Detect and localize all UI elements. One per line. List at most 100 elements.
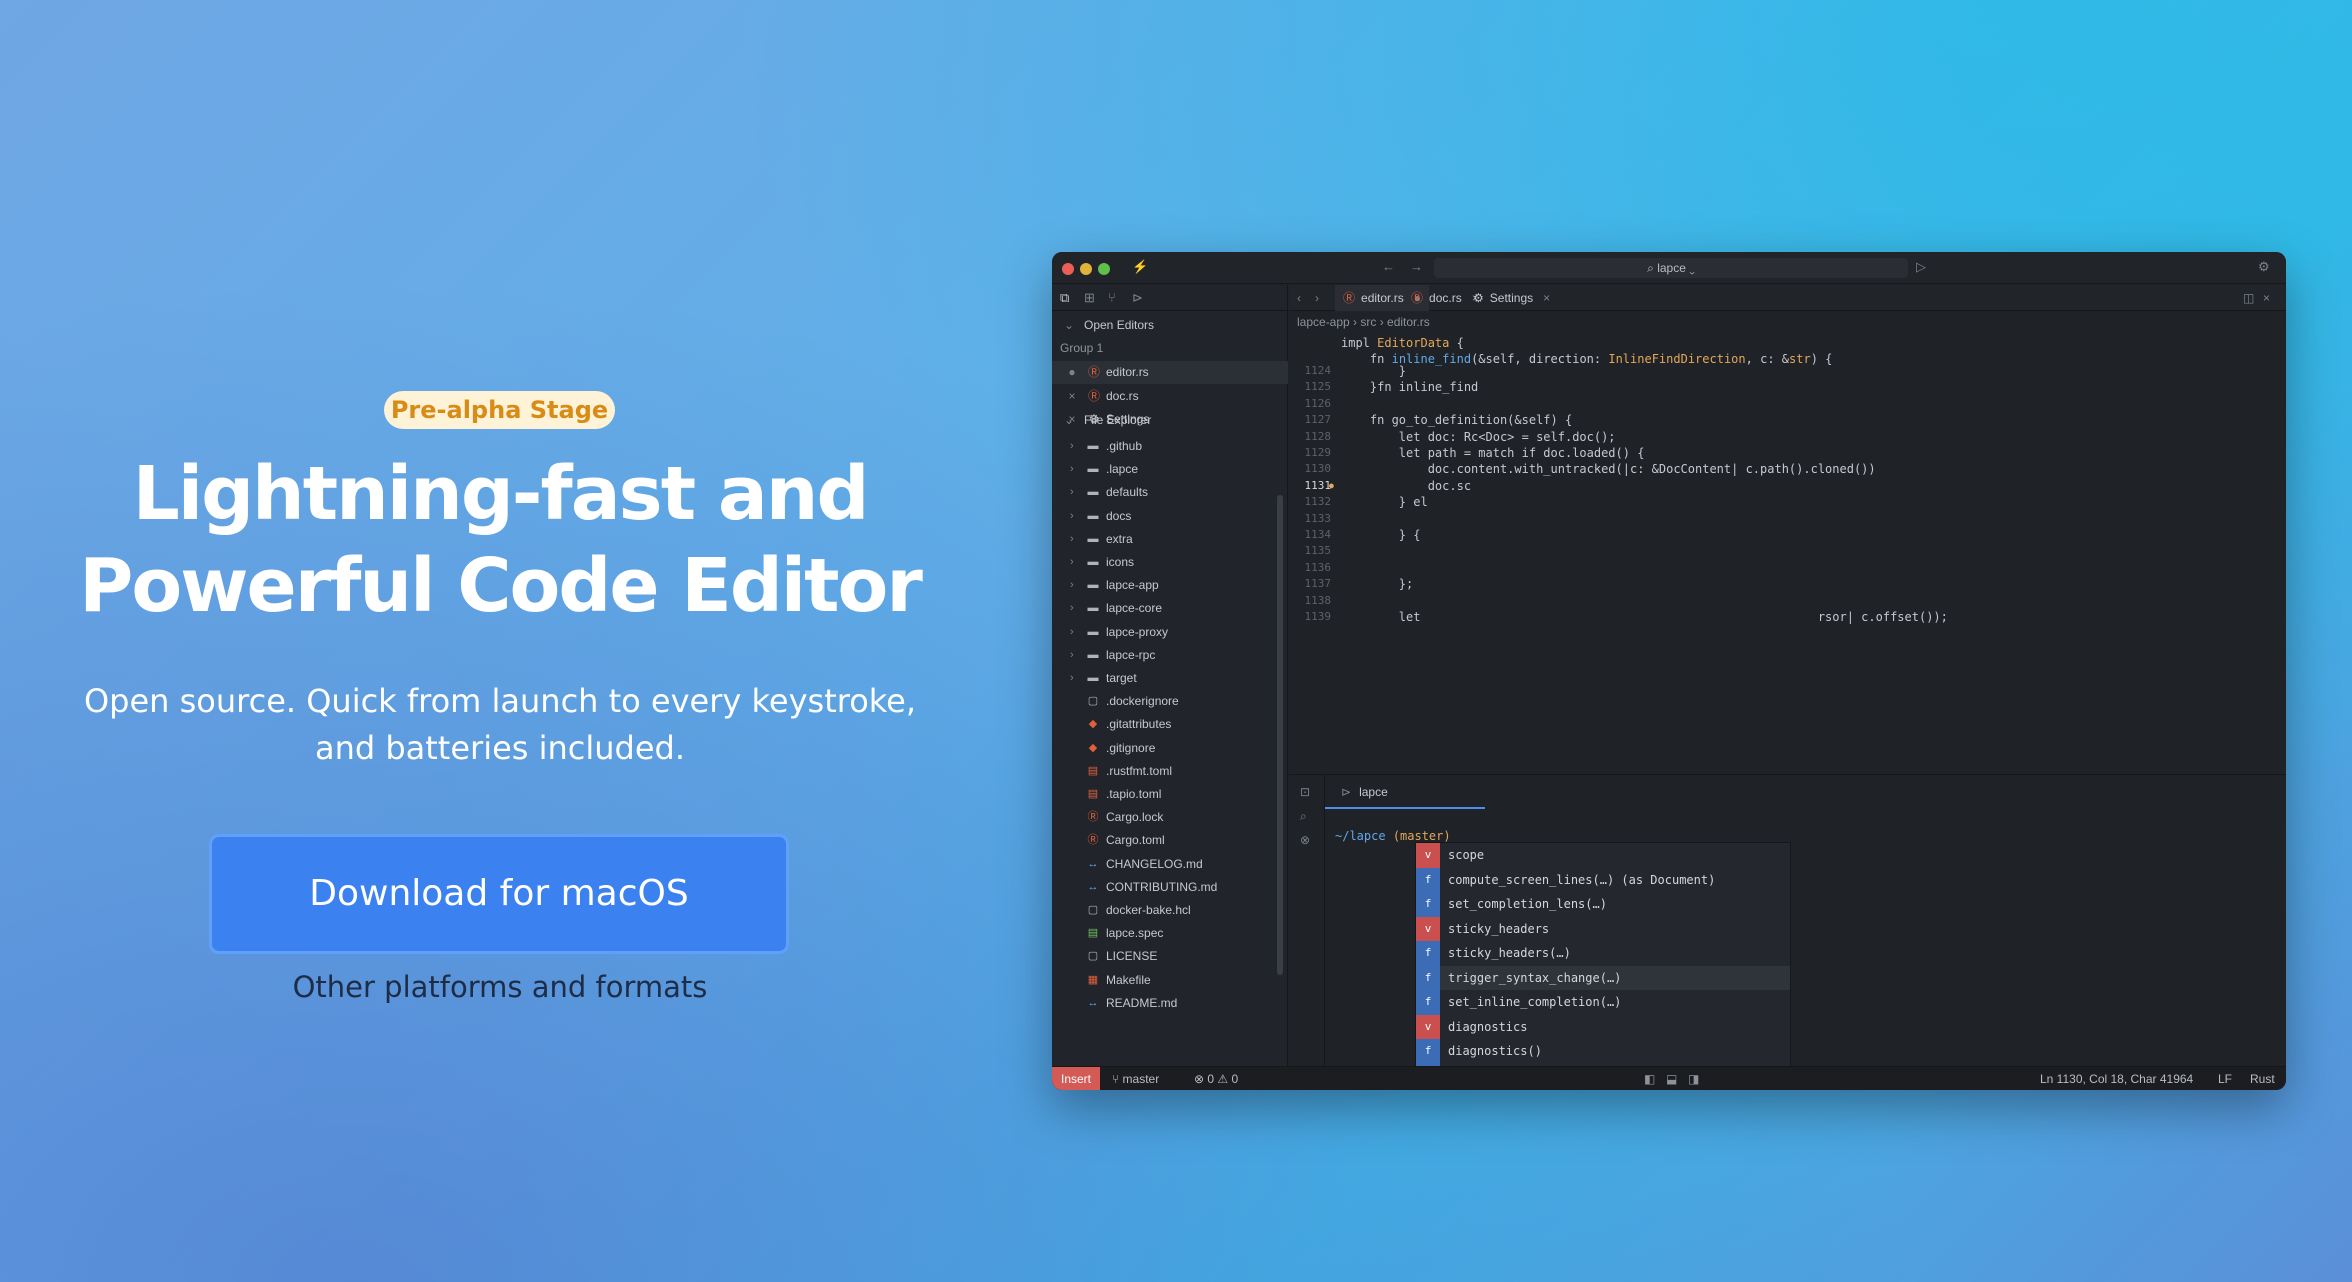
close-icon[interactable]: × (2263, 285, 2270, 311)
folder-icon: ▬ (1087, 625, 1099, 638)
folder-item[interactable]: › ▬ defaults (1052, 481, 1272, 504)
folder-item[interactable]: › ▬ lapce-rpc (1052, 644, 1272, 667)
file-item[interactable]: ▤ .tapio.toml (1052, 783, 1272, 806)
file-item[interactable]: ▢ LICENSE (1052, 945, 1272, 968)
status-bar: Insert ⑂ master ⊗ 0 ⚠ 0 ◧ ⬓ ◨ Ln 1130, C… (1052, 1066, 2286, 1090)
folder-item[interactable]: › ▬ lapce-core (1052, 597, 1272, 620)
completion-item[interactable]: v diagnostics (1416, 1014, 1790, 1039)
minimize-window-icon[interactable] (1080, 263, 1092, 275)
other-platforms-link[interactable]: Other platforms and formats (200, 970, 800, 1004)
chevron-right-icon: › (1070, 625, 1074, 638)
open-editor-item[interactable]: ● Ⓡeditor.rs (1052, 361, 1288, 384)
line-number: 1128 (1304, 429, 1332, 443)
file-item[interactable]: ▢ .dockerignore (1052, 690, 1272, 713)
folder-item[interactable]: › ▬ .lapce (1052, 458, 1272, 481)
folder-item[interactable]: › ▬ lapce-app (1052, 574, 1272, 597)
problems-icon[interactable]: ⊗ (1300, 833, 1310, 847)
file-item[interactable]: Ⓡ Cargo.toml (1052, 829, 1272, 852)
completion-item[interactable]: f trigger_syntax_change(…) (1416, 965, 1790, 990)
file-item[interactable]: ▢ docker-bake.hcl (1052, 899, 1272, 922)
search-icon[interactable]: ⌕ (1300, 809, 1307, 824)
folder-icon: ▬ (1087, 509, 1099, 522)
diagnostics-status[interactable]: ⊗ 0 ⚠ 0 (1194, 1067, 1238, 1090)
file-item[interactable]: Ⓡ Cargo.lock (1052, 806, 1272, 829)
tab-label: doc.rs (1429, 291, 1462, 305)
file-item[interactable]: ↔ CONTRIBUTING.md (1052, 876, 1272, 899)
function-kind-icon: f (1416, 1039, 1440, 1064)
function-kind-icon: f (1416, 990, 1440, 1015)
files-icon[interactable]: ⧉ (1060, 290, 1069, 306)
close-icon[interactable]: × (1066, 385, 1078, 408)
file-item[interactable]: ↔ CHANGELOG.md (1052, 853, 1272, 876)
chevron-right-icon: › (1070, 509, 1074, 522)
breadcrumb[interactable]: lapce-app › src › editor.rs (1297, 315, 1430, 329)
file-item[interactable]: ▤ lapce.spec (1052, 922, 1272, 945)
completion-item[interactable]: v sticky_headers (1416, 916, 1790, 941)
terminal-prompt[interactable]: ~/lapce (master) (1335, 829, 1451, 843)
completion-item[interactable]: f sticky_headers(…) (1416, 941, 1790, 966)
language-mode[interactable]: Rust (2250, 1067, 2275, 1090)
tab-label: editor.rs (1361, 291, 1404, 305)
completion-item[interactable]: f diagnostics() (1416, 1039, 1790, 1064)
panel-right-icon[interactable]: ◨ (1688, 1067, 1699, 1090)
folder-label: lapce-app (1106, 578, 1159, 593)
line-number: 1132 (1304, 495, 1332, 509)
tab-doc-rs[interactable]: Ⓡdoc.rs × (1411, 285, 1479, 311)
spec-file-icon: ▤ (1087, 927, 1099, 940)
hero-subtitle-line2: and batteries included. (314, 729, 686, 767)
sidebar-scrollbar[interactable] (1277, 495, 1283, 975)
download-macos-button[interactable]: Download for macOS (209, 834, 789, 954)
chevron-right-icon: › (1070, 672, 1074, 684)
file-item[interactable]: ◆ .gitignore (1052, 737, 1272, 760)
completion-label: scope (1448, 848, 1485, 862)
chevron-left-icon[interactable]: ‹ (1297, 285, 1301, 311)
folder-item[interactable]: › ▬ extra (1052, 528, 1272, 551)
panel-bottom-icon[interactable]: ⬓ (1666, 1067, 1677, 1090)
file-item[interactable]: ▦ Makefile (1052, 969, 1272, 992)
folder-item[interactable]: › ▬ icons (1052, 551, 1272, 574)
folder-icon: ▬ (1087, 486, 1099, 499)
play-icon[interactable]: ▷ (1916, 259, 1926, 275)
branch-icon[interactable]: ⑂ (1108, 290, 1116, 305)
tab-settings[interactable]: ⚙ Settings × (1473, 285, 1550, 311)
editor-window-screenshot: ⚡ ← → ⌕ lapce ⌄ ▷ ⚙ ⧉ ⊞ ⑂ ⊳ ⌄ Open Editor… (1052, 252, 2286, 1090)
command-search[interactable]: ⌕ lapce ⌄ (1434, 258, 1908, 278)
completion-item[interactable]: f set_completion_lens(…) (1416, 892, 1790, 917)
close-icon[interactable]: × (1543, 291, 1550, 305)
completion-label: set_inline_completion(…) (1448, 995, 1622, 1009)
file-item[interactable]: ◆ .gitattributes (1052, 713, 1272, 736)
split-icon[interactable]: ◫ (2243, 285, 2254, 311)
file-explorer-header[interactable]: ⌄ File Explorer (1052, 408, 1288, 432)
lightbulb-icon[interactable]: ● (1329, 478, 1334, 494)
file-item[interactable]: ↔ README.md (1052, 992, 1272, 1015)
folder-item[interactable]: › ▬ docs (1052, 505, 1272, 528)
code-line: } el (1341, 495, 1428, 510)
maximize-window-icon[interactable] (1098, 263, 1110, 275)
close-window-icon[interactable] (1062, 263, 1074, 275)
open-editor-item[interactable]: × Ⓡdoc.rs (1052, 385, 1288, 408)
forward-arrow-icon[interactable]: → (1410, 259, 1423, 274)
code-line: }fn inline_find (1341, 380, 1479, 395)
debug-icon[interactable]: ⊳ (1132, 290, 1143, 306)
folder-item[interactable]: › ▬ target (1052, 667, 1272, 690)
back-arrow-icon[interactable]: ← (1382, 259, 1395, 274)
gear-icon[interactable]: ⚙ (2258, 259, 2270, 275)
cursor-position[interactable]: Ln 1130, Col 18, Char 41964 (2040, 1067, 2193, 1090)
file-item[interactable]: ▤ .rustfmt.toml (1052, 760, 1272, 783)
terminal-tab[interactable]: ⊳ lapce (1325, 775, 1485, 809)
completion-item[interactable]: f set_inline_completion(…) (1416, 990, 1790, 1015)
completion-item[interactable]: v scope (1416, 843, 1790, 868)
panel-left-icon[interactable]: ◧ (1644, 1067, 1655, 1090)
chevron-right-icon: › (1070, 556, 1074, 568)
branch-status[interactable]: ⑂ master (1112, 1067, 1159, 1090)
terminal-icon[interactable]: ⊡ (1300, 785, 1310, 799)
line-ending[interactable]: LF (2218, 1067, 2232, 1090)
completion-item[interactable]: f compute_screen_lines(…) (as Document) (1416, 867, 1790, 892)
source-control-icon[interactable]: ⚡ (1132, 259, 1148, 275)
folder-item[interactable]: › ▬ .github (1052, 435, 1272, 458)
open-editors-label: Open Editors (1084, 318, 1155, 332)
plugins-icon[interactable]: ⊞ (1084, 290, 1095, 306)
chevron-right-icon[interactable]: › (1315, 285, 1319, 311)
open-editors-header[interactable]: ⌄ Open Editors (1052, 313, 1288, 337)
folder-item[interactable]: › ▬ lapce-proxy (1052, 621, 1272, 644)
